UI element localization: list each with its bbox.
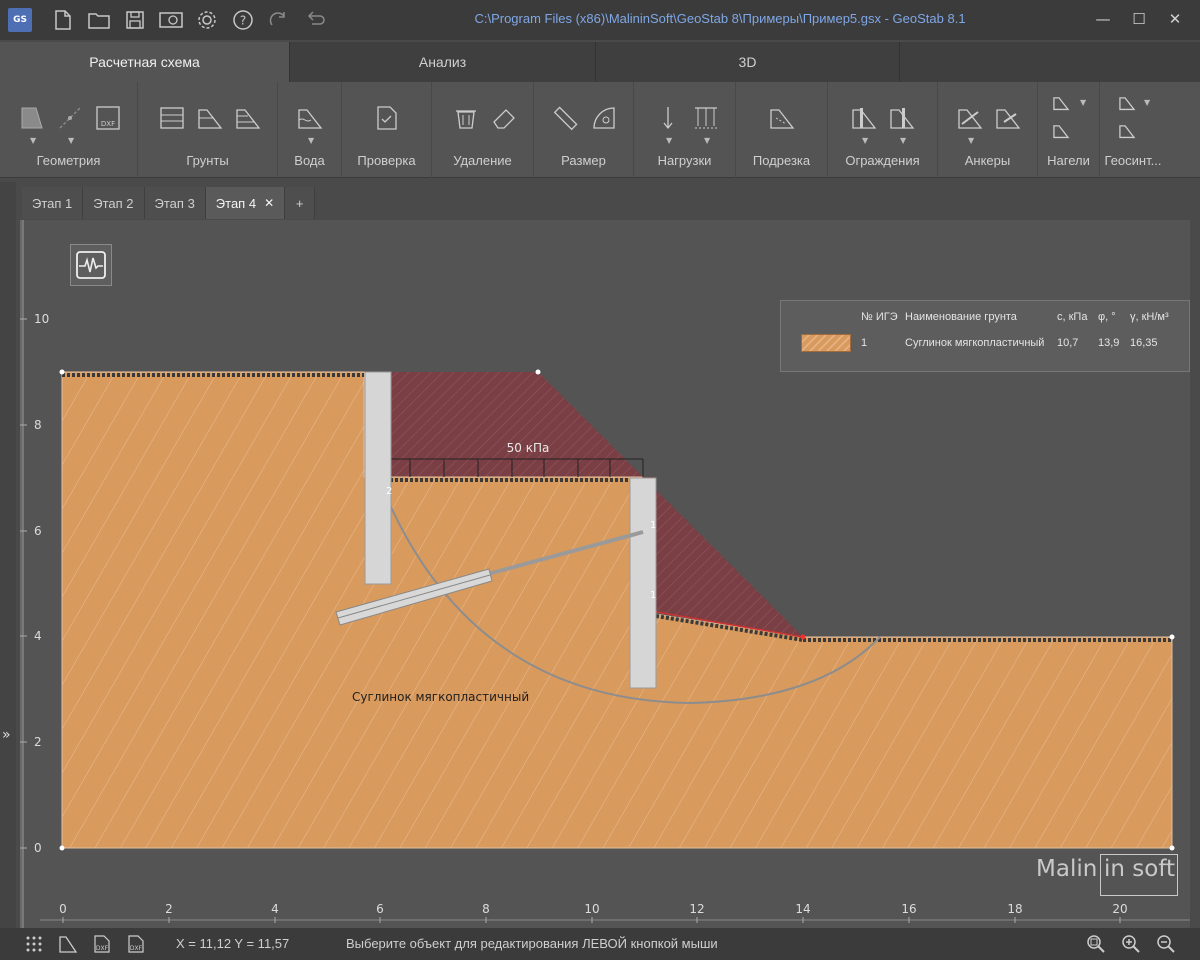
legend-swatch (801, 334, 851, 352)
y-tick-label: 8 (34, 418, 42, 432)
soil-name-label: Суглинок мягкопластичный (352, 690, 529, 704)
legend-value-c: 10,7 (1057, 337, 1079, 349)
cursor-coordinates: X = 11,12 Y = 11,57 (176, 936, 290, 951)
wall-label: 1 (650, 590, 656, 601)
retaining-wall-right[interactable] (629, 477, 657, 689)
legend-header-name: Наименование грунта (905, 311, 1017, 323)
polygon-icon[interactable] (58, 934, 78, 954)
retaining-wall-left[interactable] (364, 371, 392, 585)
dxf-text: DXF (96, 945, 109, 952)
logo-frame (1100, 854, 1178, 896)
status-hint: Выберите объект для редактирования ЛЕВОЙ… (346, 936, 718, 951)
zoom-in-icon[interactable] (1121, 934, 1141, 954)
soil-legend: № ИГЭ Наименование грунта c, кПа φ, ° γ,… (780, 300, 1190, 372)
wall-label: 2 (386, 486, 392, 497)
x-tick-label: 10 (584, 902, 599, 916)
y-tick-labels: 0 2 4 6 8 10 (34, 312, 49, 855)
x-tick-label: 20 (1112, 902, 1127, 916)
x-tick-label: 12 (689, 902, 704, 916)
legend-value-name: Суглинок мягкопластичный (905, 337, 1045, 349)
x-tick-label: 16 (901, 902, 916, 916)
y-tick-label: 0 (34, 841, 42, 855)
zoom-fit-icon[interactable] (1086, 934, 1106, 954)
x-tick-label: 14 (795, 902, 810, 916)
x-tick-label: 18 (1007, 902, 1022, 916)
x-tick-label: 6 (376, 902, 384, 916)
y-tick-label: 6 (34, 524, 42, 538)
x-tick-label: 2 (165, 902, 173, 916)
legend-header-gamma: γ, кН/м³ (1130, 311, 1169, 323)
legend-value-gamma: 16,35 (1130, 337, 1158, 349)
dxf-text: DXF (130, 945, 143, 952)
legend-value-phi: 13,9 (1098, 337, 1120, 349)
load-label: 50 кПа (507, 441, 550, 455)
y-tick-label: 10 (34, 312, 49, 326)
legend-header-c: c, кПа (1057, 311, 1088, 323)
scheme-drawing: 0 2 4 6 8 10 0 2 4 6 8 10 12 14 16 18 20 (20, 220, 1190, 928)
legend-header-num: № ИГЭ (861, 311, 898, 323)
monitor-toggle-button[interactable] (70, 244, 112, 286)
x-tick-label: 0 (59, 902, 67, 916)
zoom-out-icon[interactable] (1156, 934, 1176, 954)
y-tick-label: 2 (34, 735, 42, 749)
soil-body-region[interactable] (61, 371, 1173, 849)
grid-icon[interactable] (24, 934, 44, 954)
waveform-icon (76, 251, 106, 279)
x-tick-label: 4 (271, 902, 279, 916)
dxf-import-icon[interactable]: DXF (92, 934, 112, 954)
wall-label: 1 (650, 520, 656, 531)
x-tick-labels: 0 2 4 6 8 10 12 14 16 18 20 (59, 902, 1127, 916)
y-tick-label: 4 (34, 629, 42, 643)
legend-value-num: 1 (861, 337, 868, 349)
legend-header-phi: φ, ° (1098, 311, 1116, 323)
x-tick-label: 8 (482, 902, 490, 916)
logo-text-left: Malin (1036, 856, 1098, 882)
dxf-export-icon[interactable]: DXF (126, 934, 146, 954)
cut-node (800, 634, 806, 640)
